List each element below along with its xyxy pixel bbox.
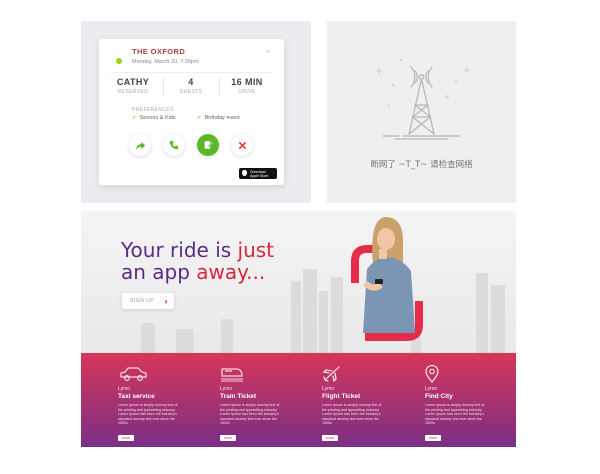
service-train: Lymo Train Ticket Lorem Ipsum is simply …: [220, 365, 310, 444]
apple-icon: [242, 170, 247, 176]
share-button[interactable]: [129, 134, 151, 156]
service-title: Find City: [425, 393, 453, 400]
cancel-button[interactable]: [231, 134, 253, 156]
call-button[interactable]: [163, 134, 185, 156]
services-section: Lymo Taxi service Lorem Ipsum is simply …: [81, 353, 516, 447]
stat-guests: 4 GUESTS: [165, 77, 217, 95]
headline-part: Your ride is just: [121, 238, 275, 262]
headline-line2: an app away...: [121, 261, 274, 283]
signal-tower-icon: [382, 66, 461, 140]
edit-icon: [204, 141, 213, 149]
preference-label: Birthday event: [204, 115, 240, 121]
sign-up-label: SIGN UP: [130, 298, 155, 304]
service-brand: Lymo: [220, 386, 233, 392]
preference-label: Seniors & Kids: [139, 115, 176, 121]
edit-button[interactable]: [197, 134, 219, 156]
more-button[interactable]: more: [425, 434, 441, 441]
stat-value: CATHY: [116, 77, 150, 87]
venue-name: THE OXFORD: [132, 47, 186, 56]
chevron-up-icon[interactable]: ⌃: [264, 49, 272, 60]
service-city: Lymo Find City Lorem Ipsum is simply dum…: [425, 364, 515, 444]
headline-accent: just: [237, 238, 275, 262]
train-icon: [220, 365, 310, 383]
service-description: Lorem Ipsum is simply dummy text of the …: [220, 403, 280, 425]
more-button[interactable]: more: [322, 434, 338, 441]
service-flight: Lymo Flight Ticket Lorem Ipsum is simply…: [322, 365, 412, 444]
stat-value: 4: [188, 77, 194, 87]
service-taxi: Lymo Taxi service Lorem Ipsum is simply …: [118, 365, 208, 444]
stat-reserved: CATHY RESERVED: [107, 77, 159, 95]
stat-label: RESERVED: [117, 89, 149, 95]
ride-banner: Your ride is just an app away... SIGN UP…: [81, 211, 516, 447]
more-button[interactable]: more: [220, 434, 236, 441]
divider: [219, 77, 220, 95]
sign-up-button[interactable]: SIGN UP ›: [122, 293, 174, 309]
map-pin-icon: [425, 364, 515, 383]
chevron-right-icon: ›: [164, 296, 168, 306]
car-icon: [118, 365, 208, 383]
service-brand: Lymo: [322, 386, 335, 392]
preference-item: ✓ Birthday event: [197, 115, 240, 121]
stat-label: DRIVE: [238, 89, 256, 95]
service-brand: Lymo: [425, 386, 438, 392]
stat-drive: 16 MIN DRIVE: [221, 77, 273, 95]
headline: Your ride is just an app away...: [121, 239, 274, 283]
check-icon: ✓: [132, 115, 137, 121]
plane-icon: [322, 365, 412, 383]
phone-icon: [169, 140, 179, 150]
more-button[interactable]: more: [118, 434, 134, 441]
preference-item: ✓ Seniors & Kids: [132, 115, 176, 121]
service-brand: Lymo: [118, 386, 131, 392]
share-arrow-icon: [135, 141, 145, 150]
store-line2: Apple Store: [250, 173, 269, 178]
divider: [111, 72, 272, 73]
offline-panel: 断网了 ~T_T~ 请检查网络: [327, 21, 516, 203]
service-title: Taxi service: [118, 393, 155, 400]
booking-card: THE OXFORD Monday, March 20, 7:30pm ⌃ CA…: [99, 39, 284, 185]
offline-tower-illustration: [375, 58, 471, 140]
headline-accent: away...: [196, 260, 266, 284]
booking-card-panel: THE OXFORD Monday, March 20, 7:30pm ⌃ CA…: [81, 21, 311, 203]
booking-datetime: Monday, March 20, 7:30pm: [132, 59, 199, 65]
divider: [163, 77, 164, 95]
headline-part: an app away...: [121, 260, 266, 284]
stat-label: GUESTS: [179, 89, 203, 95]
check-icon: ✓: [197, 115, 202, 121]
status-dot: [116, 58, 122, 64]
service-title: Train Ticket: [220, 393, 257, 400]
service-description: Lorem Ipsum is simply dummy text of the …: [322, 403, 382, 425]
preferences-title: PREFERENCES: [132, 107, 174, 113]
close-icon: [238, 141, 246, 149]
offline-message: 断网了 ~T_T~ 请检查网络: [370, 160, 473, 170]
headline-line1: Your ride is just: [121, 239, 274, 261]
service-description: Lorem Ipsum is simply dummy text of the …: [118, 403, 178, 425]
service-description: Lorem Ipsum is simply dummy text of the …: [425, 403, 485, 425]
app-store-badge[interactable]: Download Apple Store: [239, 168, 277, 179]
woman-with-phone: [362, 217, 415, 333]
service-title: Flight Ticket: [322, 393, 361, 400]
stat-value: 16 MIN: [231, 77, 263, 87]
